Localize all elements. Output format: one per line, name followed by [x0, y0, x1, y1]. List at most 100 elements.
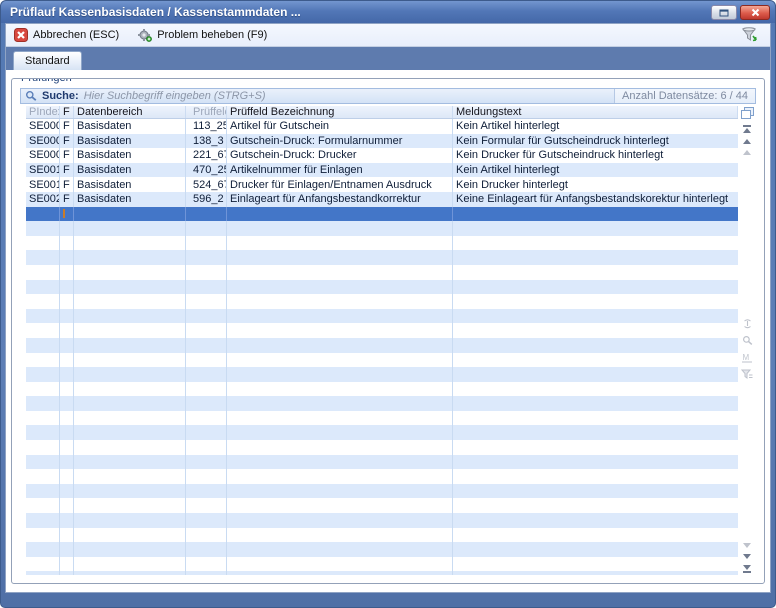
cell-prueffeld [186, 411, 227, 426]
empty-row[interactable] [26, 571, 738, 575]
cell-meldungstext [453, 542, 738, 557]
page-up-icon[interactable] [743, 150, 751, 155]
empty-row[interactable] [26, 382, 738, 397]
cell-meldungstext [453, 528, 738, 543]
selected-empty-row[interactable] [26, 207, 738, 222]
empty-row[interactable] [26, 309, 738, 324]
cell-bezeichnung [227, 338, 453, 353]
fix-problem-button[interactable]: Problem beheben (F9) [137, 28, 267, 42]
funnel-icon[interactable] [741, 27, 758, 43]
cell-prueffeld [186, 353, 227, 368]
empty-row[interactable] [26, 353, 738, 368]
empty-row[interactable] [26, 469, 738, 484]
cell-datenbereich [74, 338, 186, 353]
close-button[interactable] [740, 5, 770, 20]
cell-prueffeld [186, 280, 227, 295]
cell-datenbereich [74, 469, 186, 484]
empty-row[interactable] [26, 236, 738, 251]
page-down-icon[interactable] [743, 543, 751, 548]
empty-row[interactable] [26, 265, 738, 280]
grid-search-icon[interactable] [742, 335, 753, 346]
empty-row[interactable] [26, 396, 738, 411]
empty-row[interactable] [26, 528, 738, 543]
empty-row[interactable] [26, 425, 738, 440]
empty-row[interactable] [26, 221, 738, 236]
tab-standard[interactable]: Standard [13, 51, 82, 70]
cell-bezeichnung [227, 265, 453, 280]
row-down-icon[interactable] [743, 554, 751, 559]
empty-row[interactable] [26, 294, 738, 309]
empty-row[interactable] [26, 338, 738, 353]
empty-row[interactable] [26, 411, 738, 426]
grid-area: PIndexFDatenbereichPrüffeldPrüffeld Beze… [20, 106, 756, 575]
cell-meldungstext [453, 294, 738, 309]
search-label: Suche: [42, 90, 79, 102]
cell-datenbereich: Basisdaten [74, 119, 186, 134]
cell-meldungstext: Keine Einlageart für Anfangsbestandskore… [453, 192, 738, 207]
cancel-button[interactable]: Abbrechen (ESC) [14, 28, 119, 42]
cell-f [60, 221, 74, 236]
cell-f [60, 513, 74, 528]
empty-row[interactable] [26, 498, 738, 513]
record-count: Anzahl Datensätze: 6 / 44 [614, 89, 755, 103]
empty-row[interactable] [26, 557, 738, 572]
cell-prueffeld [186, 513, 227, 528]
cell-pindex [26, 280, 60, 295]
table-row[interactable]: SE0009FBasisdaten221_67Gutschein-Druck: … [26, 148, 738, 163]
cell-bezeichnung: Gutschein-Druck: Formularnummer [227, 134, 453, 149]
column-header-meldungstext[interactable]: Meldungstext [453, 106, 738, 118]
empty-row[interactable] [26, 513, 738, 528]
search-input[interactable]: Hier Suchbegriff eingeben (STRG+S) [84, 90, 266, 102]
table-row[interactable]: SE0021FBasisdaten596_2Einlageart für Anf… [26, 192, 738, 207]
empty-row[interactable] [26, 542, 738, 557]
scroll-bottom-icon[interactable] [743, 565, 751, 573]
column-header-pindex[interactable]: PIndex [26, 106, 60, 118]
column-header-datenbereich[interactable]: Datenbereich [74, 106, 186, 118]
empty-row[interactable] [26, 484, 738, 499]
empty-row[interactable] [26, 323, 738, 338]
search-bar[interactable]: Suche: Hier Suchbegriff eingeben (STRG+S… [20, 88, 756, 104]
column-header-f[interactable]: F [60, 106, 74, 118]
table-row[interactable]: SE0016FBasisdaten470_25Artikelnummer für… [26, 163, 738, 178]
column-chooser-icon[interactable] [741, 107, 754, 119]
cell-bezeichnung [227, 411, 453, 426]
cell-meldungstext [453, 367, 738, 382]
cell-bezeichnung [227, 455, 453, 470]
cell-meldungstext: Kein Drucker hinterlegt [453, 177, 738, 192]
cell-f: F [60, 177, 74, 192]
cell-meldungstext [453, 571, 738, 575]
empty-row[interactable] [26, 367, 738, 382]
grid-filter-icon[interactable] [741, 369, 753, 380]
cell-datenbereich: Basisdaten [74, 177, 186, 192]
cell-f [60, 265, 74, 280]
cell-prueffeld [186, 323, 227, 338]
cell-pindex [26, 309, 60, 324]
cell-pindex [26, 294, 60, 309]
empty-row[interactable] [26, 455, 738, 470]
cell-prueffeld [186, 221, 227, 236]
cell-pindex [26, 513, 60, 528]
cell-meldungstext [453, 250, 738, 265]
cell-pindex: SE0007 [26, 119, 60, 134]
table-row[interactable]: SE0007FBasisdaten113_25Artikel für Gutsc… [26, 119, 738, 134]
cell-bezeichnung [227, 440, 453, 455]
cell-datenbereich [74, 455, 186, 470]
cell-datenbereich [74, 353, 186, 368]
cell-f [60, 425, 74, 440]
close-icon [751, 8, 760, 17]
table-row[interactable]: SE0008FBasisdaten138_3Gutschein-Druck: F… [26, 134, 738, 149]
row-up-icon[interactable] [743, 139, 751, 144]
cell-f [60, 528, 74, 543]
cell-datenbereich [74, 250, 186, 265]
column-header-bezeichnung[interactable]: Prüffeld Bezeichnung [227, 106, 453, 118]
empty-row[interactable] [26, 280, 738, 295]
group-brackets-icon[interactable] [742, 318, 753, 329]
repair-icon [137, 28, 152, 42]
restore-button[interactable] [711, 5, 737, 20]
empty-row[interactable] [26, 250, 738, 265]
bookmark-icon[interactable]: M [741, 352, 753, 363]
scroll-top-icon[interactable] [743, 125, 751, 133]
empty-row[interactable] [26, 440, 738, 455]
column-header-prueffeld[interactable]: Prüffeld [186, 106, 227, 118]
table-row[interactable]: SE0019FBasisdaten524_67Drucker für Einla… [26, 177, 738, 192]
